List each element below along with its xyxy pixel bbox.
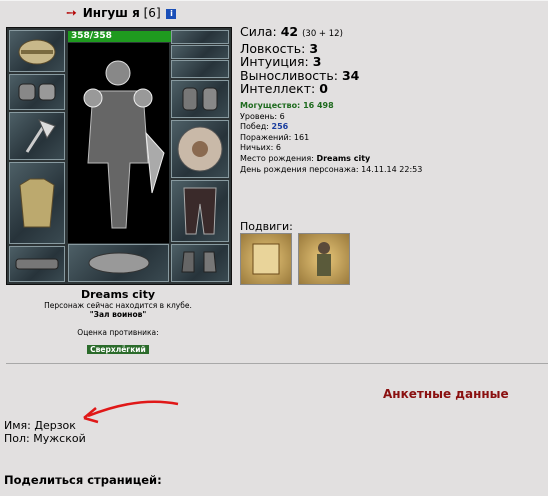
gloves-icon	[182, 87, 218, 111]
divider	[6, 363, 548, 364]
boots-icon	[181, 251, 217, 273]
belt-slot[interactable]	[9, 246, 65, 282]
top-border	[0, 0, 548, 1]
bracers-icon	[18, 83, 56, 101]
birthplace-label: Место рождения:	[240, 153, 314, 163]
rating-label: Оценка противника:	[77, 328, 159, 337]
strength-label: Сила:	[240, 24, 277, 39]
helmet-icon	[18, 39, 56, 65]
axe-icon	[25, 119, 56, 153]
bracers-slot[interactable]	[9, 74, 65, 110]
gloves-slot[interactable]	[171, 80, 229, 118]
boots-slot[interactable]	[171, 244, 229, 282]
power-value: 16 498	[303, 101, 334, 110]
wins-label: Побед:	[240, 122, 269, 132]
club-status: Персонаж сейчас находится в клубе.	[44, 301, 192, 310]
birthplace-value: Dreams city	[316, 153, 371, 163]
pants-slot[interactable]	[171, 180, 229, 242]
rating-badge: Сверхлёгкий	[87, 345, 149, 354]
shield-slot[interactable]	[171, 120, 229, 178]
power-label: Могущество:	[240, 101, 301, 110]
anket-title: Анкетные данные	[383, 387, 509, 401]
strength-extra: (30 + 12)	[302, 29, 343, 39]
helmet-slot[interactable]	[9, 30, 65, 72]
belt-icon	[15, 258, 59, 270]
intellect-value: 0	[319, 81, 328, 96]
character-level: [6]	[143, 6, 161, 20]
strength-value: 42	[280, 24, 299, 39]
armor-icon	[19, 178, 55, 228]
character-portrait[interactable]	[68, 43, 169, 243]
draws-value: 6	[275, 143, 281, 153]
ring-slot-1[interactable]	[171, 30, 229, 44]
ornament-icon	[88, 252, 149, 274]
red-arrow-annotation	[83, 400, 179, 424]
losses-label: Поражений:	[240, 132, 292, 142]
birthday-label: День рождения персонажа:	[240, 164, 359, 174]
feat-warrior-icon[interactable]	[298, 233, 350, 285]
character-info: Могущество: 16 498 Уровень: 6 Побед: 256…	[240, 101, 422, 175]
hp-bar: 358/358	[68, 31, 171, 42]
pants-icon	[183, 187, 217, 235]
info-icon[interactable]: i	[166, 9, 177, 19]
character-name[interactable]: Ингуш я	[83, 6, 140, 20]
level-label: Уровень:	[240, 111, 278, 121]
club-room: "Зал воинов"	[89, 310, 147, 319]
profile-fields: Имя: Дерзок Пол: Мужской	[4, 419, 86, 445]
arrow-icon[interactable]: ➙	[66, 6, 77, 21]
shield-icon	[177, 126, 223, 172]
armor-slot[interactable]	[9, 162, 65, 244]
feat-scroll-icon[interactable]	[240, 233, 292, 285]
equipment-frame: 358/358	[6, 27, 232, 285]
club-info: Dreams city Персонаж сейчас находится в …	[6, 288, 230, 356]
wins-value[interactable]: 256	[272, 122, 289, 131]
intellect-label: Интеллект:	[240, 81, 316, 96]
draws-label: Ничьих:	[240, 143, 274, 153]
feats-label: Подвиги:	[240, 220, 293, 233]
level-value: 6	[279, 111, 285, 121]
knight-image	[83, 60, 165, 229]
weapon-slot[interactable]	[9, 112, 65, 160]
endurance-value: 34	[341, 67, 360, 83]
birthday-value: 14.11.14 22:53	[361, 164, 423, 174]
stats-block: Сила: 42 (30 + 12) Ловкость: 3 Интуиция:…	[240, 25, 359, 96]
ring-slot-2[interactable]	[171, 45, 229, 59]
share-label: Поделиться страницей:	[4, 473, 162, 487]
ring-slot-3[interactable]	[171, 60, 229, 78]
name-field: Имя: Дерзок	[4, 419, 76, 432]
boots-base-slot[interactable]	[68, 244, 169, 282]
gender-field: Пол: Мужской	[4, 432, 86, 445]
character-header: ➙ Ингуш я [6] i	[66, 6, 177, 21]
city-name: Dreams city	[81, 288, 155, 301]
losses-value: 161	[293, 132, 310, 142]
